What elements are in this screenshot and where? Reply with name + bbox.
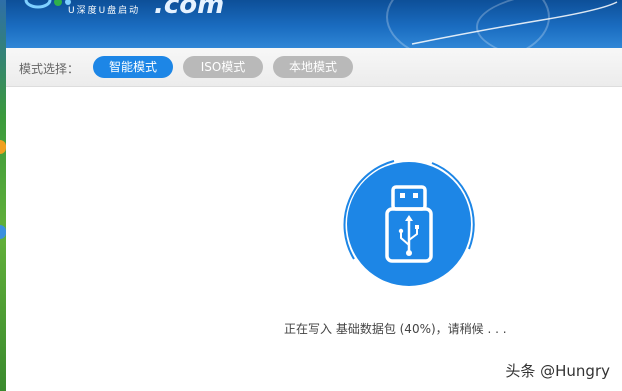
logo-domain: .com <box>154 0 225 20</box>
mode-select-label: 模式选择： <box>19 62 80 76</box>
mode-selection-bar: 模式选择： 智能模式 ISO模式 本地模式 <box>6 48 622 87</box>
local-mode-button[interactable]: 本地模式 <box>273 56 353 78</box>
usb-drive-icon <box>343 160 475 286</box>
smart-mode-button[interactable]: 智能模式 <box>93 56 173 78</box>
logo-icon <box>24 0 71 9</box>
app-window: U深度U盘启动 .com 模式选择： 智能模式 ISO模式 本地模式 正在写入 … <box>6 0 622 391</box>
banner-stroke-decoration <box>411 1 618 45</box>
main-content: 正在写入 基础数据包 (40%)，请稍候 . . . 头条 @Hungry <box>6 87 622 391</box>
watermark: 头条 @Hungry <box>505 362 610 380</box>
header-banner: U深度U盘启动 .com <box>6 0 622 48</box>
iso-mode-button[interactable]: ISO模式 <box>183 56 263 78</box>
write-status-text: 正在写入 基础数据包 (40%)，请稍候 . . . <box>284 322 507 336</box>
logo-subtitle: U深度U盘启动 <box>68 6 141 16</box>
